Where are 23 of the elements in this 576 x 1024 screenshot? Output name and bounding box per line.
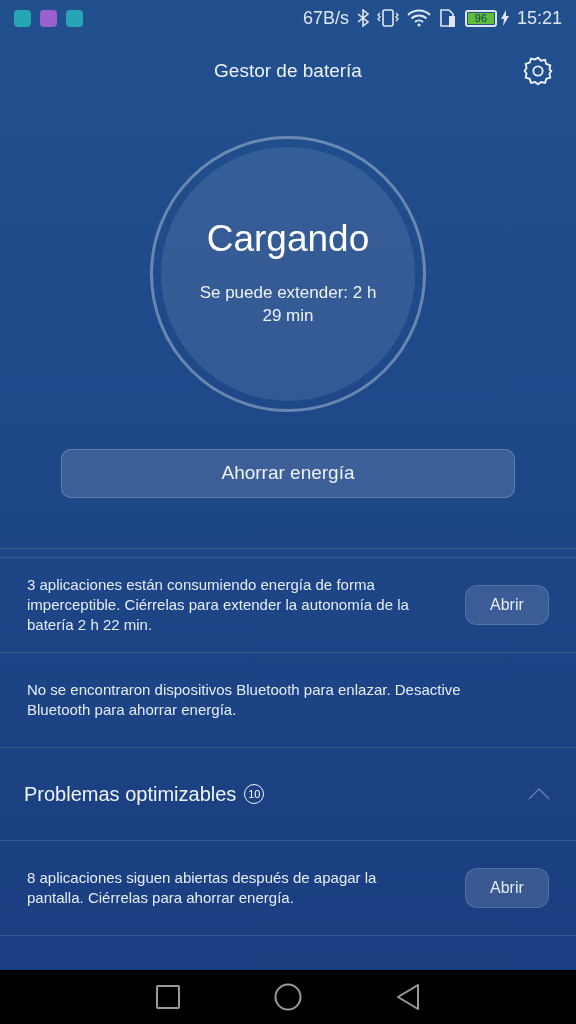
- chevron-icon[interactable]: [528, 788, 550, 800]
- network-speed: 67B/s: [302, 6, 349, 30]
- back-icon[interactable]: [396, 984, 420, 1010]
- charging-status: Cargando: [206, 217, 370, 262]
- home-icon[interactable]: [274, 983, 302, 1011]
- section-title: Problemas optimizables: [24, 782, 237, 807]
- extend-time: Se puede extender: 2 h 29 min: [198, 281, 378, 327]
- open-button[interactable]: Abrir: [464, 868, 549, 908]
- open-button[interactable]: Abrir: [464, 585, 549, 625]
- save-energy-button[interactable]: Ahorrar energía: [61, 449, 515, 498]
- battery-icon: 96: [464, 9, 497, 27]
- item-text: 8 aplicaciones siguen abiertas después de apagar la pantalla. Ciérrelas para ahorrar energía.: [27, 868, 378, 908]
- bluetooth-icon: [356, 9, 369, 27]
- item-text: 3 aplicaciones están consumiendo energía de forma imperceptible. Ciérrelas para extender la autonomía de la batería 2 h 22 min.: [27, 575, 410, 635]
- vibrate-icon: [376, 9, 399, 27]
- sim-alert-icon: [438, 9, 457, 27]
- clock: 15:21: [516, 6, 562, 30]
- settings-icon[interactable]: [522, 55, 554, 87]
- recent-apps-icon[interactable]: [156, 985, 180, 1009]
- item-text: No se encontraron dispositivos Bluetooth para enlazar. Desactive Bluetooth para ahorrar energía.: [27, 680, 462, 720]
- screen-title: Gestor de batería: [214, 58, 362, 83]
- charging-icon: [500, 10, 509, 26]
- wifi-icon: [406, 9, 431, 27]
